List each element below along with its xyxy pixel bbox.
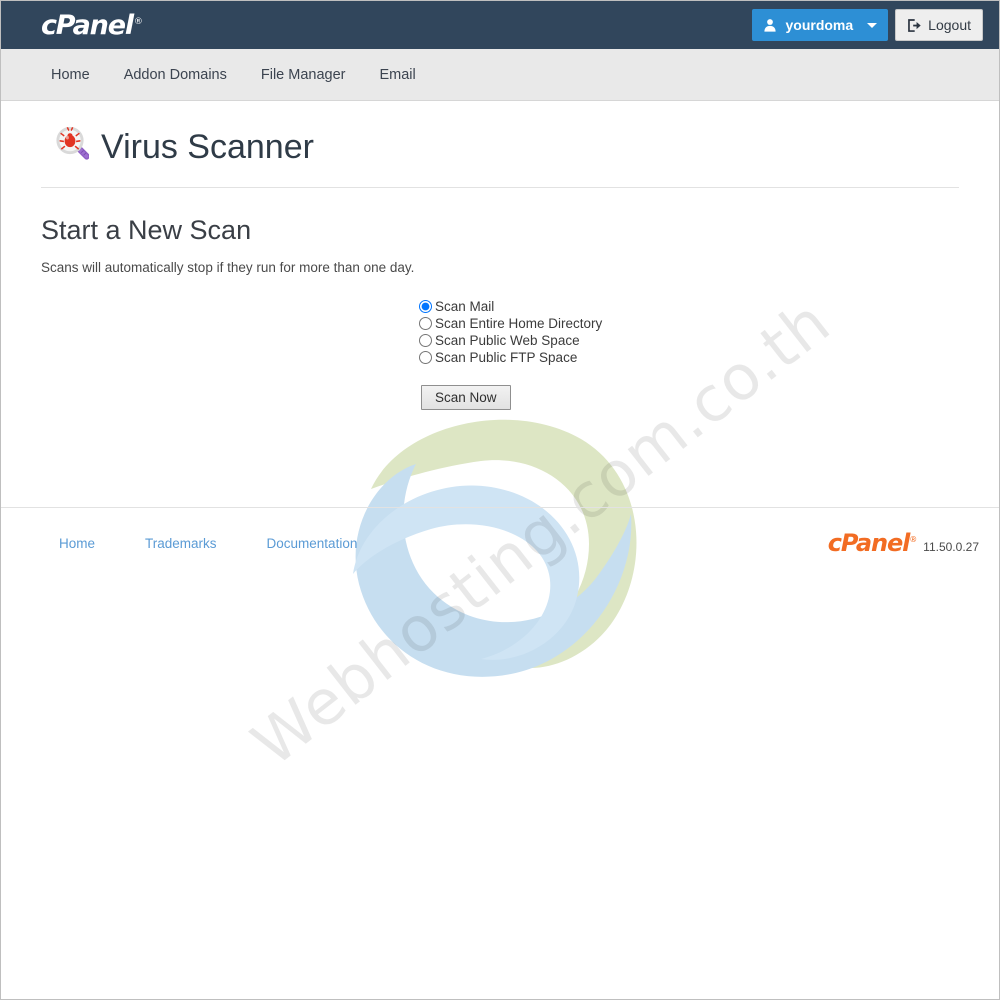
cpanel-footer-registered-mark: ®	[909, 535, 917, 544]
scan-option-row-public-web-space[interactable]: Scan Public Web Space	[419, 333, 959, 348]
footer-link-trademarks[interactable]: Trademarks	[145, 536, 217, 551]
nav-item-addon-domains[interactable]: Addon Domains	[124, 67, 227, 83]
footer-link-documentation[interactable]: Documentation	[267, 536, 358, 551]
title-divider	[41, 187, 959, 188]
scan-now-button[interactable]: Scan Now	[421, 385, 511, 410]
cpanel-footer-logo[interactable]: cPanel®	[827, 529, 917, 557]
page-footer: Home Trademarks Documentation cPanel® 11…	[1, 508, 999, 578]
nav-item-home[interactable]: Home	[51, 67, 90, 83]
top-header-bar: cPanel® yourdoma Logout	[1, 1, 999, 49]
scan-options-form: Scan Mail Scan Entire Home Directory Sca…	[41, 299, 959, 410]
user-account-name: yourdoma	[785, 17, 854, 33]
scan-option-radio-public-ftp-space[interactable]	[419, 351, 432, 364]
scan-option-label-public-web-space[interactable]: Scan Public Web Space	[435, 333, 580, 348]
scan-option-row-mail[interactable]: Scan Mail	[419, 299, 959, 314]
user-account-dropdown-button[interactable]: yourdoma	[752, 9, 889, 41]
cpanel-logo-registered-mark: ®	[133, 16, 143, 27]
page-title-row: Virus Scanner	[41, 101, 959, 187]
scan-option-label-mail[interactable]: Scan Mail	[435, 299, 494, 314]
version-number: 11.50.0.27	[923, 540, 979, 554]
main-content: Virus Scanner Start a New Scan Scans wil…	[1, 101, 999, 410]
main-navigation-bar: Home Addon Domains File Manager Email	[1, 49, 999, 101]
section-title: Start a New Scan	[41, 215, 252, 245]
scan-option-radio-home-directory[interactable]	[419, 317, 432, 330]
scan-option-radio-mail[interactable]	[419, 300, 432, 313]
scan-option-row-home-directory[interactable]: Scan Entire Home Directory	[419, 316, 959, 331]
cpanel-logo[interactable]: cPanel®	[41, 9, 143, 41]
logout-button[interactable]: Logout	[895, 9, 983, 41]
section-description: Scans will automatically stop if they ru…	[41, 260, 415, 275]
scan-option-row-public-ftp-space[interactable]: Scan Public FTP Space	[419, 350, 959, 365]
nav-item-email[interactable]: Email	[379, 67, 415, 83]
scan-option-radio-public-web-space[interactable]	[419, 334, 432, 347]
cpanel-footer-logo-text: cPanel	[827, 529, 911, 557]
logout-label: Logout	[928, 17, 971, 33]
nav-item-file-manager[interactable]: File Manager	[261, 67, 346, 83]
sign-out-icon	[908, 18, 921, 32]
scan-option-label-home-directory[interactable]: Scan Entire Home Directory	[435, 316, 602, 331]
footer-branding: cPanel® 11.50.0.27	[828, 529, 979, 557]
chevron-down-icon	[867, 22, 878, 28]
scan-option-label-public-ftp-space[interactable]: Scan Public FTP Space	[435, 350, 577, 365]
page-title: Virus Scanner	[101, 127, 314, 166]
magnifier-virus-icon	[56, 126, 89, 160]
browser-page: Webhosting.com.co.th cPanel® yourdoma Lo…	[0, 0, 1000, 1000]
header-actions: yourdoma Logout	[752, 9, 983, 41]
footer-link-home[interactable]: Home	[59, 536, 95, 551]
cpanel-logo-text: cPanel	[41, 9, 134, 41]
user-icon	[764, 19, 777, 32]
